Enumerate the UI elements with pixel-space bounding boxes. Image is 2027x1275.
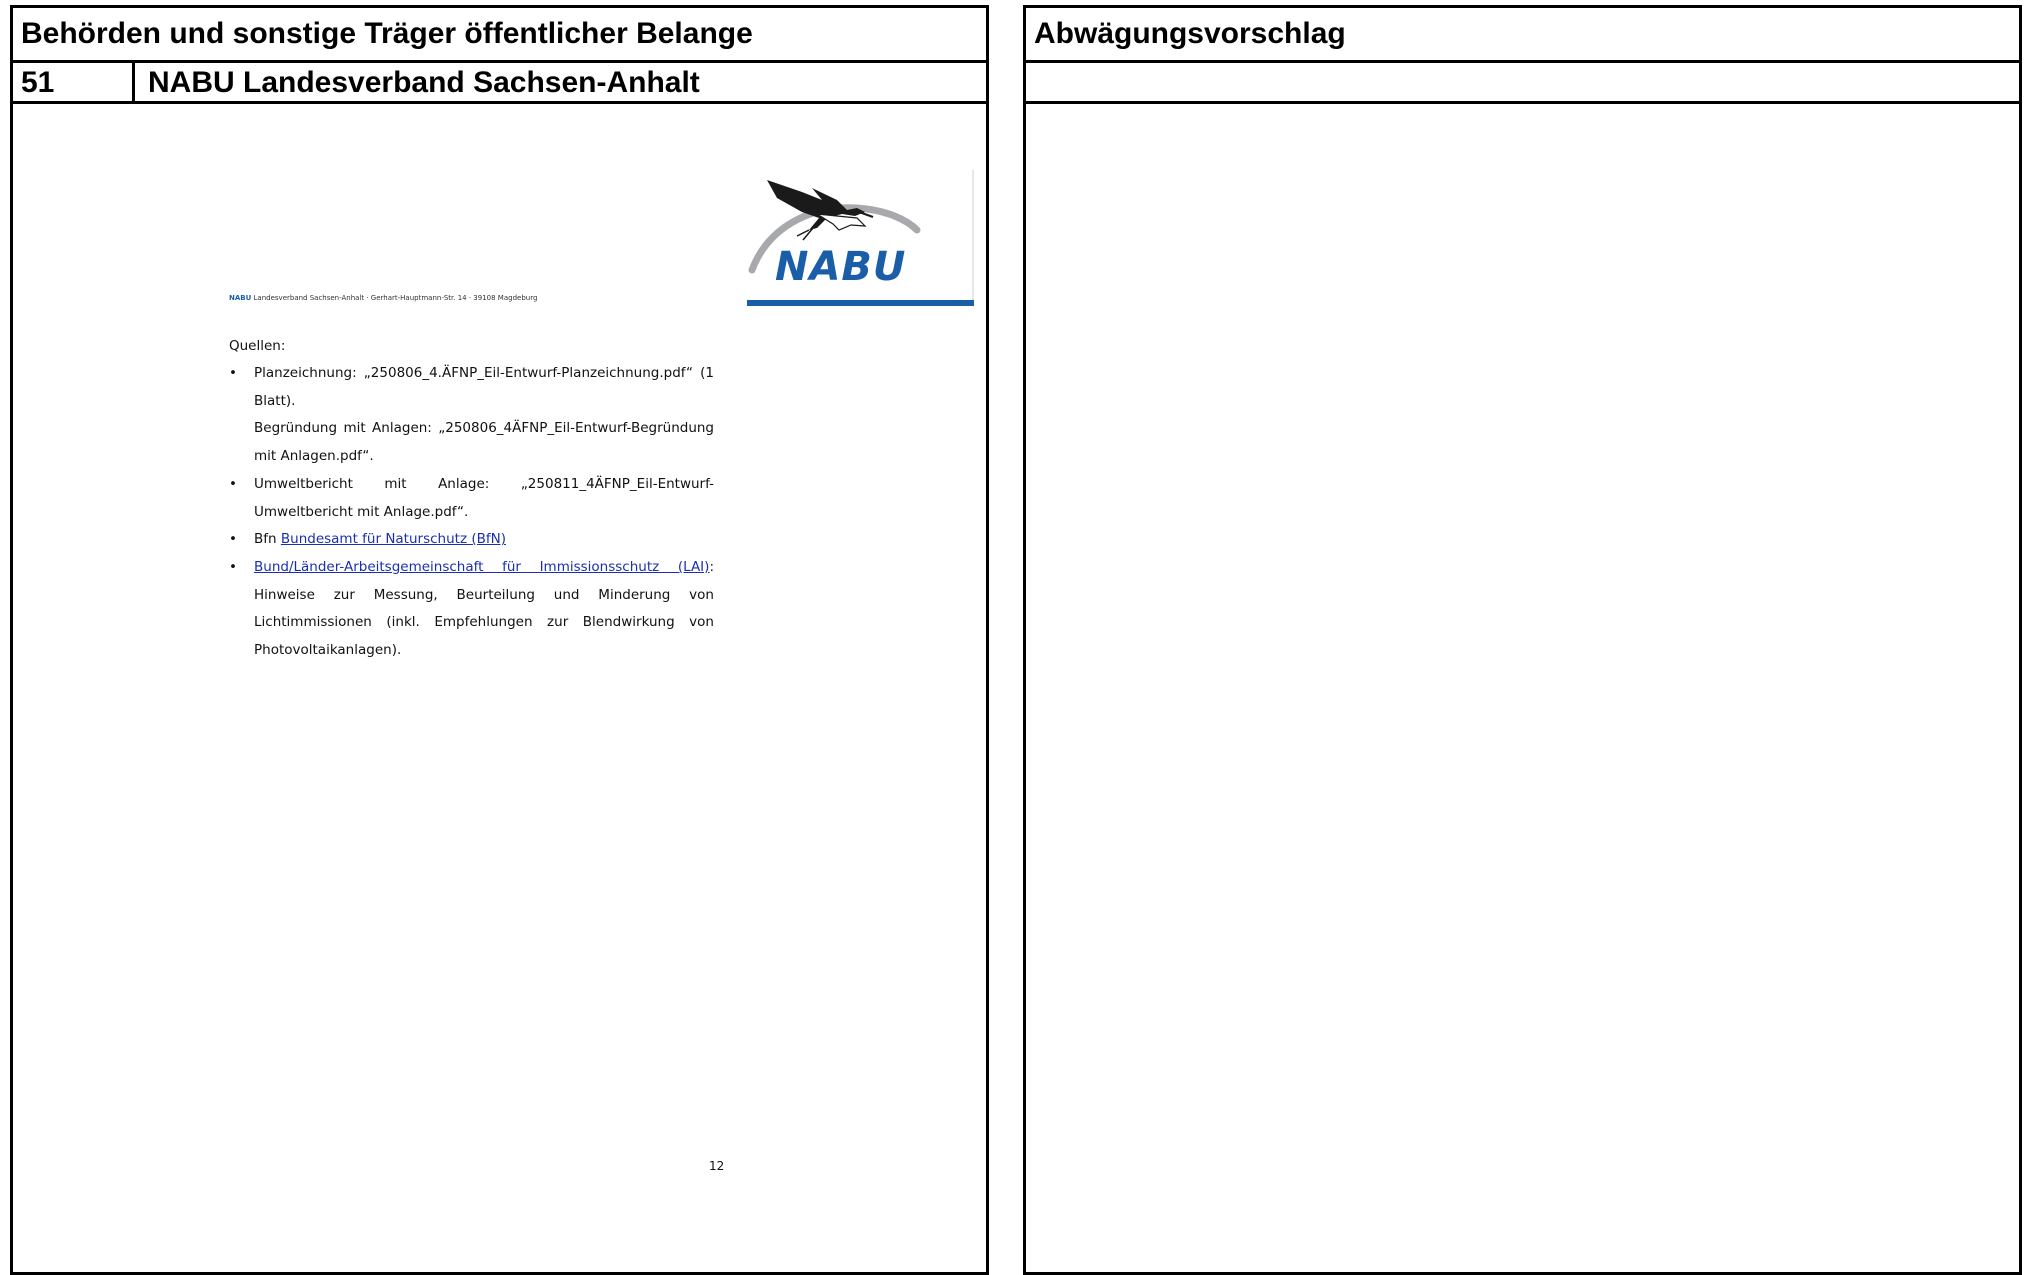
page-number: 12 [709, 1159, 725, 1173]
assessment-panel: Abwägungsvorschlag [1023, 5, 2022, 1275]
organization-name: NABU Landesverband Sachsen-Anhalt [148, 66, 700, 99]
assessment-subheader-row [1026, 63, 2019, 104]
bfn-link[interactable]: Bundesamt für Naturschutz (BfN) [281, 531, 506, 547]
entry-number: 51 [21, 66, 55, 99]
source-item-begruendung: Begründung mit Anlagen: „250806_4ÄFNP_Ei… [254, 420, 714, 465]
statement-title: Behörden und sonstige Träger öffentliche… [21, 17, 753, 50]
lai-link[interactable]: Bund/Länder-Arbeitsgemeinschaft für Immi… [254, 559, 709, 575]
source-item-umweltbericht: Umweltbericht mit Anlage: „250811_4ÄFNP_… [229, 471, 714, 526]
sources-list: Planzeichnung: „250806_4.ÄFNP_Eil-Entwur… [229, 360, 714, 665]
logo-text: NABU [775, 244, 906, 290]
sender-address: Landesverband Sachsen-Anhalt · Gerhart-H… [251, 294, 538, 302]
statement-header: Behörden und sonstige Träger öffentliche… [13, 8, 986, 63]
logo-underline [747, 300, 974, 306]
assessment-title: Abwägungsvorschlag [1034, 17, 1346, 50]
source-item-planzeichnung: Planzeichnung: „250806_4.ÄFNP_Eil-Entwur… [229, 360, 714, 415]
sender-address-line: NABU Landesverband Sachsen-Anhalt · Gerh… [229, 294, 537, 302]
organization-row: 51 NABU Landesverband Sachsen-Anhalt [13, 63, 986, 104]
source-item-lai: Bund/Länder-Arbeitsgemeinschaft für Immi… [229, 554, 714, 665]
sender-org: NABU [229, 294, 252, 302]
assessment-header: Abwägungsvorschlag [1026, 8, 2019, 63]
sources-heading: Quellen: [229, 338, 286, 354]
entry-number-cell: 51 [13, 63, 135, 101]
source-item-bfn: Bfn Bundesamt für Naturschutz (BfN) [229, 526, 714, 554]
nabu-logo: NABU [747, 170, 974, 306]
